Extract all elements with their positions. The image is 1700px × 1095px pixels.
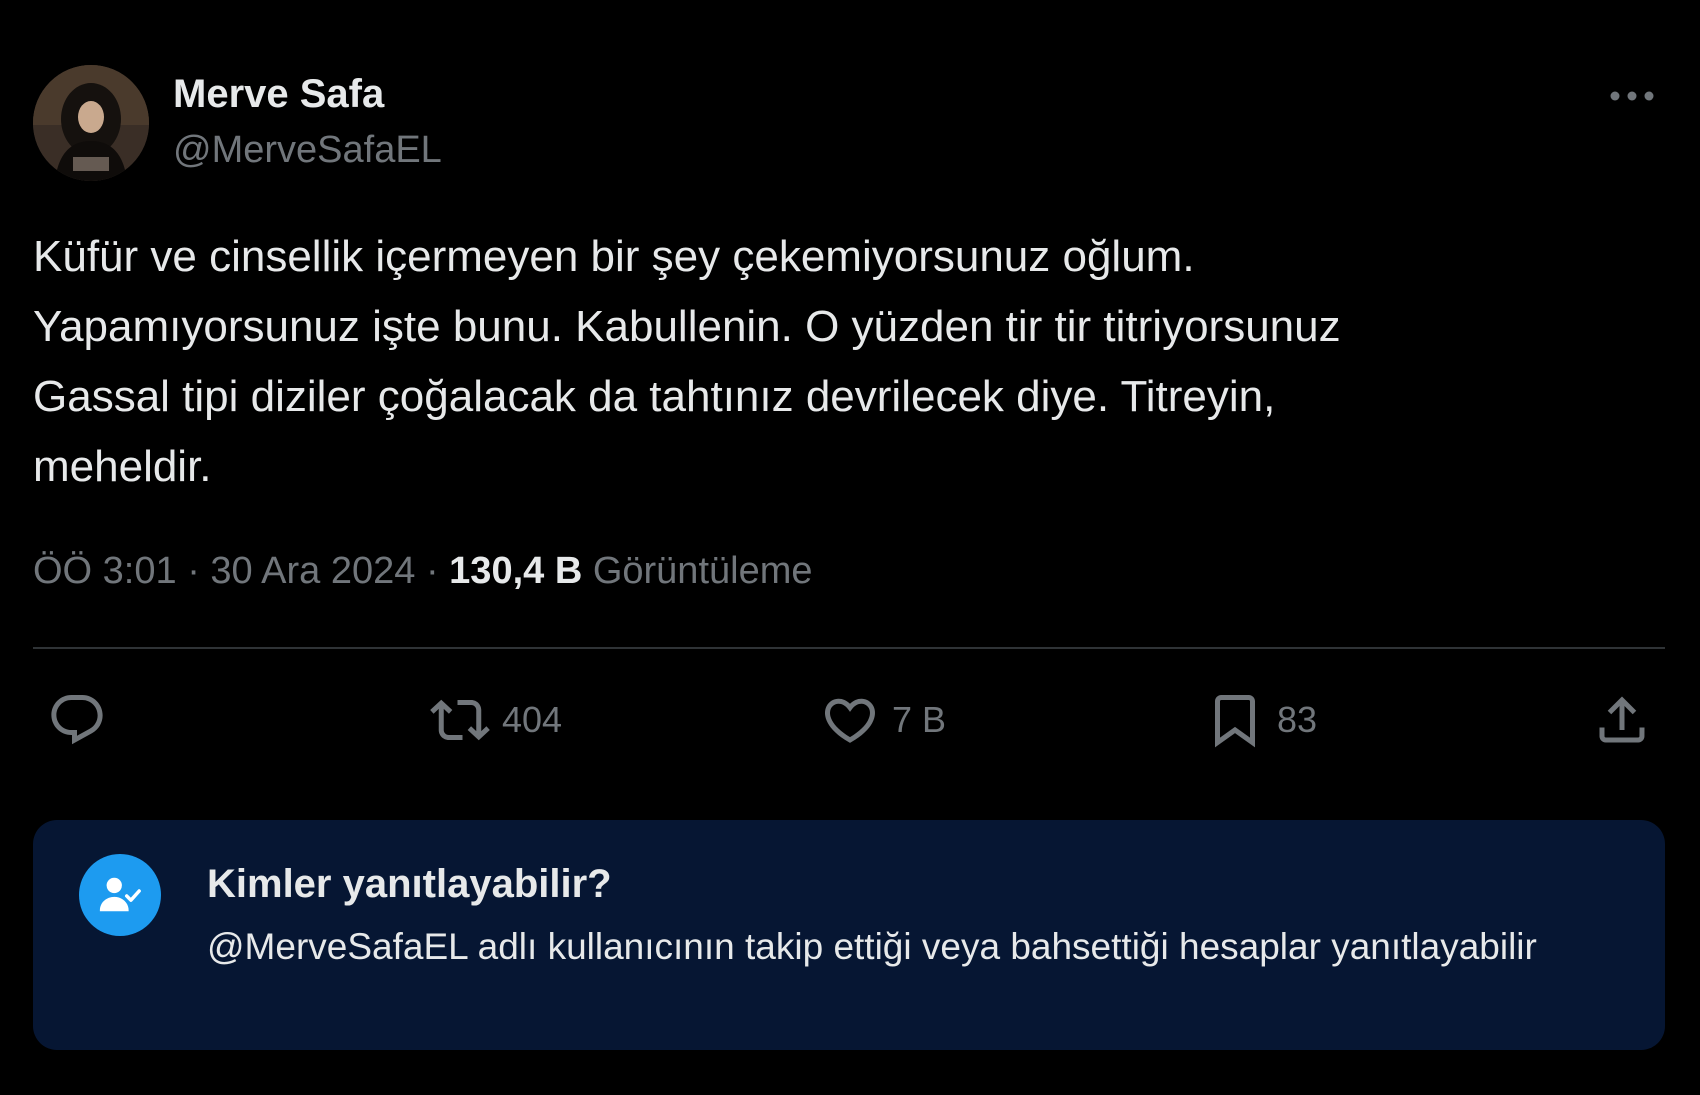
tweet-card: Merve Safa @MerveSafaEL Küfür ve cinsell… <box>0 0 1700 1095</box>
display-name[interactable]: Merve Safa <box>173 70 384 118</box>
tweet-date[interactable]: 30 Ara 2024 <box>210 550 415 592</box>
speech-bubble-icon <box>51 695 103 745</box>
bookmark-button[interactable]: 83 <box>1205 680 1317 760</box>
retweet-count: 404 <box>502 699 563 740</box>
more-options-button[interactable] <box>1600 78 1664 114</box>
user-handle[interactable]: @MerveSafaEL <box>173 127 442 173</box>
reply-restriction-title: Kimler yanıtlayabilir? <box>207 862 612 906</box>
retweet-button[interactable]: 404 <box>430 680 562 760</box>
reply-restriction-description: @MerveSafaEL adlı kullanıcının takip ett… <box>207 926 1537 967</box>
more-dots-icon <box>1610 91 1654 101</box>
heart-icon <box>824 698 876 743</box>
bookmark-icon <box>1215 695 1255 748</box>
reply-restriction-box: Kimler yanıtlayabilir? @MerveSafaEL adlı… <box>33 820 1665 1050</box>
tweet-text: Küfür ve cinsellik içermeyen bir şey çek… <box>33 232 1341 491</box>
reply-restriction-icon-badge <box>79 854 161 936</box>
avatar-image <box>33 65 149 181</box>
user-check-icon <box>99 877 141 912</box>
retweet-icon <box>430 699 490 741</box>
action-bar: 404 7 B 83 <box>0 680 1700 760</box>
tweet-time[interactable]: ÖÖ 3:01 <box>33 550 177 592</box>
views-count: 130,4 B <box>449 550 583 592</box>
like-count: 7 B <box>892 699 947 740</box>
divider <box>33 647 1665 649</box>
share-button[interactable] <box>1592 680 1652 760</box>
tweet-meta: ÖÖ 3:01 · 30 Ara 2024 · 130,4 B Görüntül… <box>33 547 813 595</box>
avatar[interactable] <box>33 65 149 181</box>
meta-separator: · <box>425 550 450 592</box>
like-button[interactable]: 7 B <box>820 680 946 760</box>
views-label: Görüntüleme <box>592 550 813 592</box>
meta-separator: · <box>187 550 211 592</box>
share-upload-icon <box>1599 696 1645 743</box>
bookmark-count: 83 <box>1277 699 1318 740</box>
reply-button[interactable] <box>47 680 107 760</box>
